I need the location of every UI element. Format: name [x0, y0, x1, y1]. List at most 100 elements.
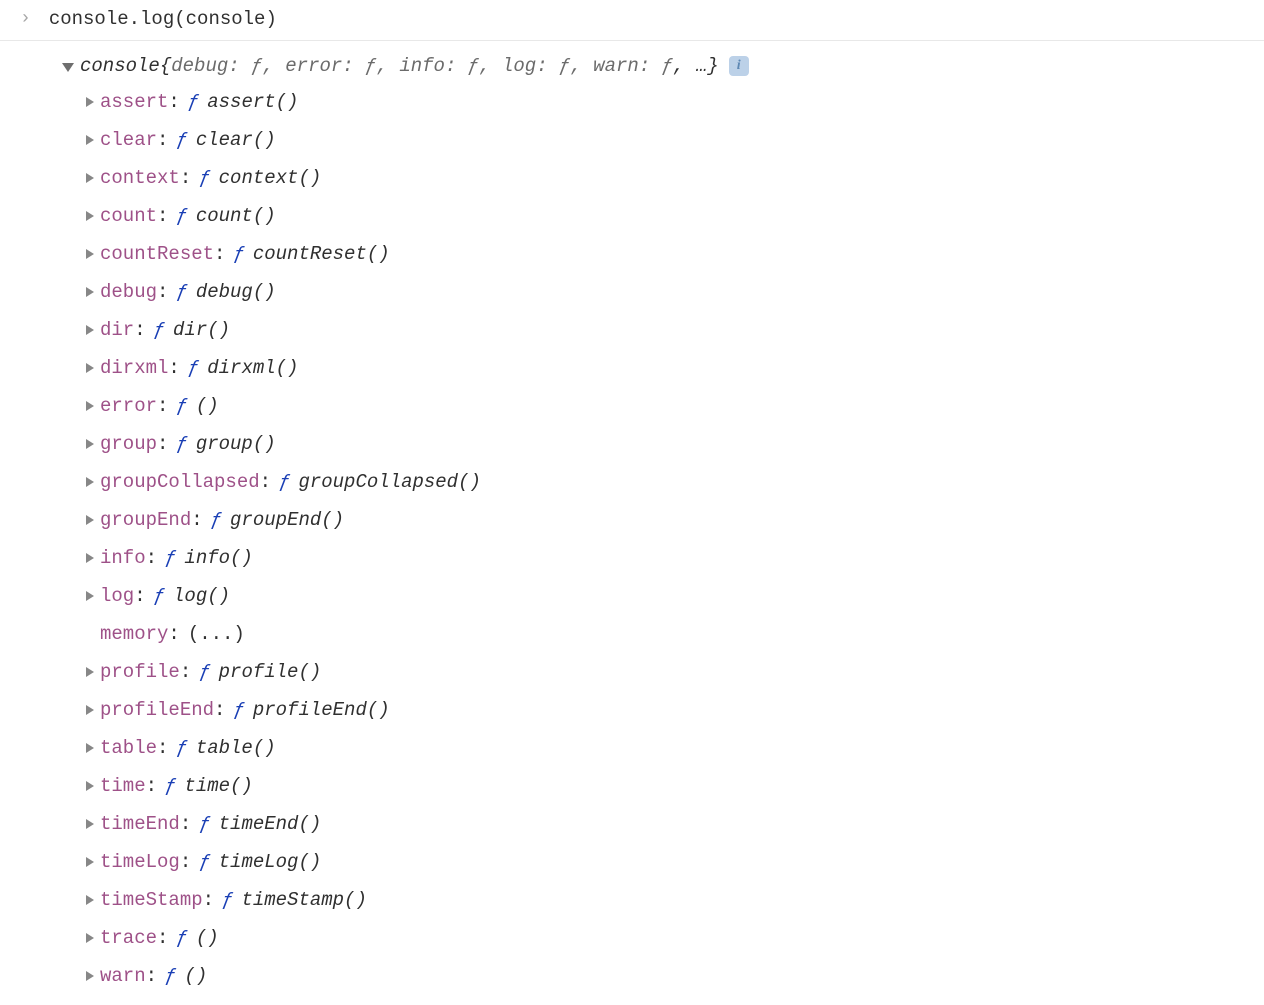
preview-fn: ƒ: [468, 55, 479, 77]
property-key: timeEnd: [100, 805, 180, 843]
preview-fn: ƒ: [559, 55, 570, 77]
preview-sep: :: [342, 55, 365, 77]
expand-arrow-right-icon[interactable]: [86, 211, 94, 221]
expand-arrow-right-icon[interactable]: [86, 933, 94, 943]
expand-arrow-right-icon[interactable]: [86, 895, 94, 905]
function-marker: ƒ: [165, 539, 176, 577]
expand-arrow-right-icon[interactable]: [86, 287, 94, 297]
colon: :: [134, 311, 145, 349]
expand-arrow-right-icon[interactable]: [86, 135, 94, 145]
arrow-slot: [84, 971, 100, 981]
preview-key: debug: [171, 55, 228, 77]
property-row[interactable]: count:ƒcount(): [84, 197, 1244, 235]
function-name: dirxml(): [207, 349, 298, 387]
expand-arrow-right-icon[interactable]: [86, 325, 94, 335]
arrow-slot: [84, 249, 100, 259]
arrow-slot: [84, 325, 100, 335]
preview-fn: ƒ: [251, 55, 262, 77]
property-row[interactable]: trace:ƒ(): [84, 919, 1244, 957]
property-row[interactable]: dirxml:ƒdirxml(): [84, 349, 1244, 387]
property-row[interactable]: error:ƒ(): [84, 387, 1244, 425]
expand-arrow-right-icon[interactable]: [86, 591, 94, 601]
expand-arrow-right-icon[interactable]: [86, 705, 94, 715]
expand-arrow-right-icon[interactable]: [86, 971, 94, 981]
property-row[interactable]: dir:ƒdir(): [84, 311, 1244, 349]
expand-arrow-right-icon[interactable]: [86, 553, 94, 563]
property-key: log: [100, 577, 134, 615]
preview-key: warn: [593, 55, 639, 77]
property-row[interactable]: assert:ƒassert(): [84, 83, 1244, 121]
console-input-row: › console.log(console): [0, 0, 1264, 41]
property-row[interactable]: profileEnd:ƒprofileEnd(): [84, 691, 1244, 729]
expand-arrow-right-icon[interactable]: [86, 743, 94, 753]
property-row[interactable]: debug:ƒdebug(): [84, 273, 1244, 311]
console-command[interactable]: console.log(console): [49, 8, 277, 30]
arrow-slot: [84, 287, 100, 297]
colon: :: [191, 501, 202, 539]
expand-arrow-right-icon[interactable]: [86, 477, 94, 487]
colon: :: [157, 197, 168, 235]
property-row[interactable]: groupCollapsed:ƒgroupCollapsed(): [84, 463, 1244, 501]
expand-arrow-right-icon[interactable]: [86, 781, 94, 791]
function-name: debug(): [196, 273, 276, 311]
property-row[interactable]: timeLog:ƒtimeLog(): [84, 843, 1244, 881]
expand-arrow-right-icon[interactable]: [86, 857, 94, 867]
preview-comma: ,: [377, 55, 400, 77]
property-value[interactable]: (...): [188, 615, 245, 653]
expand-arrow-right-icon[interactable]: [86, 439, 94, 449]
property-row[interactable]: log:ƒlog(): [84, 577, 1244, 615]
property-row[interactable]: profile:ƒprofile(): [84, 653, 1244, 691]
preview-sep: :: [536, 55, 559, 77]
property-row[interactable]: context:ƒcontext(): [84, 159, 1244, 197]
property-key: countReset: [100, 235, 214, 273]
property-row[interactable]: memory:(...): [84, 615, 1244, 653]
expand-arrow-right-icon[interactable]: [86, 515, 94, 525]
property-row[interactable]: timeStamp:ƒtimeStamp(): [84, 881, 1244, 919]
arrow-slot: [84, 401, 100, 411]
function-marker: ƒ: [211, 501, 222, 539]
expand-arrow-right-icon[interactable]: [86, 97, 94, 107]
property-row[interactable]: group:ƒgroup(): [84, 425, 1244, 463]
function-marker: ƒ: [154, 311, 165, 349]
expand-arrow-right-icon[interactable]: [86, 173, 94, 183]
object-summary-row[interactable]: console {debug: ƒ, error: ƒ, info: ƒ, lo…: [62, 55, 1244, 77]
function-marker: ƒ: [199, 159, 210, 197]
function-marker: ƒ: [199, 653, 210, 691]
colon: :: [146, 767, 157, 805]
info-icon[interactable]: i: [729, 56, 749, 76]
property-row[interactable]: warn:ƒ(): [84, 957, 1244, 995]
property-row[interactable]: info:ƒinfo(): [84, 539, 1244, 577]
property-row[interactable]: timeEnd:ƒtimeEnd(): [84, 805, 1244, 843]
property-key: memory: [100, 615, 168, 653]
colon: :: [157, 425, 168, 463]
expand-arrow-right-icon[interactable]: [86, 363, 94, 373]
arrow-slot: [84, 363, 100, 373]
colon: :: [214, 235, 225, 273]
preview-comma: ,: [262, 55, 285, 77]
property-row[interactable]: clear:ƒclear(): [84, 121, 1244, 159]
property-key: dir: [100, 311, 134, 349]
function-name: groupCollapsed(): [298, 463, 480, 501]
property-row[interactable]: groupEnd:ƒgroupEnd(): [84, 501, 1244, 539]
arrow-slot: [84, 667, 100, 677]
function-name: log(): [173, 577, 230, 615]
brace-close: , …}: [673, 55, 719, 77]
function-name: timeStamp(): [241, 881, 366, 919]
colon: :: [260, 463, 271, 501]
colon: :: [180, 159, 191, 197]
expand-arrow-right-icon[interactable]: [86, 401, 94, 411]
property-row[interactable]: countReset:ƒcountReset(): [84, 235, 1244, 273]
colon: :: [134, 577, 145, 615]
property-row[interactable]: time:ƒtime(): [84, 767, 1244, 805]
property-key: trace: [100, 919, 157, 957]
colon: :: [146, 957, 157, 995]
expand-arrow-down-icon[interactable]: [62, 63, 74, 72]
function-name: table(): [196, 729, 276, 767]
expand-arrow-right-icon[interactable]: [86, 819, 94, 829]
arrow-slot: [84, 439, 100, 449]
function-name: clear(): [196, 121, 276, 159]
expand-arrow-right-icon[interactable]: [86, 249, 94, 259]
expand-arrow-right-icon[interactable]: [86, 667, 94, 677]
property-row[interactable]: table:ƒtable(): [84, 729, 1244, 767]
colon: :: [180, 843, 191, 881]
